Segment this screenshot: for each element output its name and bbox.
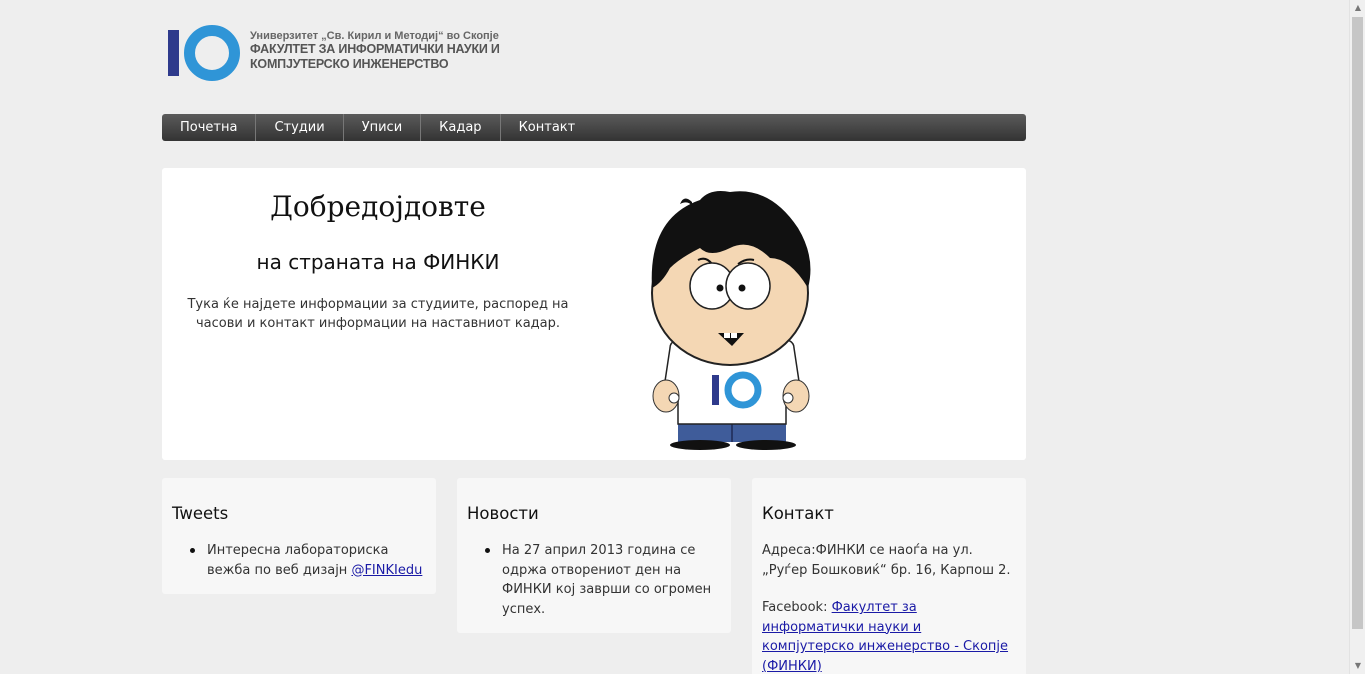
scroll-up-icon[interactable]: ▲: [1350, 0, 1365, 16]
contact-heading: Контакт: [762, 504, 834, 523]
facebook-label: Facebook:: [762, 600, 832, 615]
logo-university: Универзитет „Св. Кирил и Методиј“ во Ско…: [250, 30, 499, 42]
welcome-subtitle: на страната на ФИНКИ: [256, 250, 500, 274]
logo-faculty-line1: ФАКУЛТЕТ ЗА ИНФОРМАТИЧКИ НАУКИ И: [250, 42, 500, 56]
nav-item-contact[interactable]: Контакт: [501, 114, 594, 141]
contact-box: Контакт Адреса:ФИНКИ се наоѓа на ул. „Ру…: [752, 478, 1026, 674]
contact-facebook: Facebook: Факултет за информатички науки…: [762, 598, 1016, 674]
nav-item-staff[interactable]: Кадар: [421, 114, 501, 141]
vertical-scrollbar[interactable]: ▲ ▼: [1349, 0, 1365, 674]
list-item: На 27 април 2013 година се одржа отворен…: [467, 541, 721, 619]
logo-faculty-line2: КОМПЈУТЕРСКО ИНЖЕНЕРСТВО: [250, 57, 449, 71]
news-list: На 27 април 2013 година се одржа отворен…: [467, 541, 721, 619]
welcome-title: Добредојдовте: [270, 190, 486, 223]
logo-text: Универзитет „Св. Кирил и Методиј“ во Ско…: [250, 30, 500, 72]
welcome-panel: Добредојдовте на страната на ФИНКИ Тука …: [162, 168, 1026, 460]
mascot-illustration: [651, 191, 811, 450]
welcome-description: Тука ќе најдете информации за студиите, …: [187, 297, 569, 331]
news-box: Новости На 27 април 2013 година се одржа…: [457, 478, 731, 633]
scroll-down-icon[interactable]: ▼: [1350, 658, 1365, 674]
nav-item-home[interactable]: Почетна: [162, 114, 257, 141]
contact-address: Адреса:ФИНКИ се наоѓа на ул. „Руѓер Бошк…: [762, 543, 1011, 578]
tweets-list: Интересна лабораториска вежба по веб диз…: [172, 541, 426, 580]
list-item: Интересна лабораториска вежба по веб диз…: [172, 541, 426, 580]
io-logo-icon: [166, 24, 242, 82]
nav-item-studies[interactable]: Студии: [256, 114, 344, 141]
nav-item-enrollment[interactable]: Уписи: [344, 114, 422, 141]
faculty-logo[interactable]: Универзитет „Св. Кирил и Методиј“ во Ско…: [166, 24, 500, 82]
scrollbar-thumb[interactable]: [1352, 17, 1363, 629]
main-nav: Почетна Студии Уписи Кадар Контакт: [162, 114, 1026, 141]
news-heading: Новости: [467, 504, 539, 523]
tweets-heading: Tweets: [172, 504, 229, 523]
tweets-box: Tweets Интересна лабораториска вежба по …: [162, 478, 436, 594]
tweet-link[interactable]: @FINKIedu: [351, 563, 422, 578]
